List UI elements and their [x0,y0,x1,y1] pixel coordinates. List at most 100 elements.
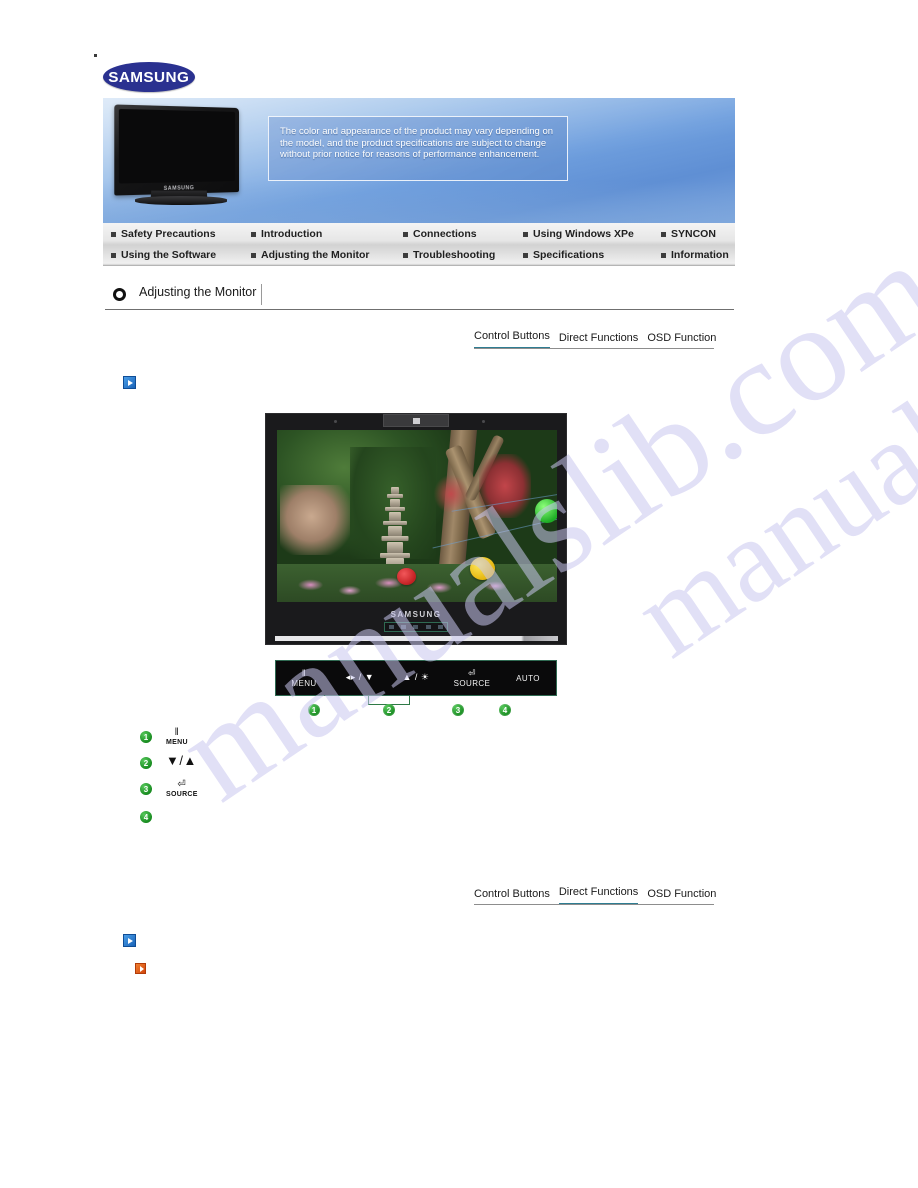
volume-down-button[interactable]: ◂▸ / ▼ [332,671,388,684]
tab-control-buttons-bottom[interactable]: Control Buttons [474,888,550,905]
tabs-top-rule [474,348,714,349]
nav-item-troubleshooting[interactable]: Troubleshooting [403,244,495,265]
nav-label: Information [671,248,729,261]
legend-number-3: 3 [140,783,152,795]
tab-osd-function-bottom[interactable]: OSD Function [647,888,716,905]
ring-icon [113,288,126,301]
legend-number-4: 4 [140,811,152,823]
main-navigation: Safety Precautions Introduction Connecti… [103,223,735,266]
header-banner: SAMSUNG The color and appearance of the … [103,98,735,223]
nav-item-information[interactable]: Information [661,244,729,265]
legend-item-1: 1 ‖ MENU [140,728,188,754]
monitor-top-badge [383,414,449,427]
bullet-icon [111,231,116,237]
tab-osd-function[interactable]: OSD Function [647,332,716,349]
legend-number-2: 2 [140,757,152,769]
bullet-icon [251,231,256,237]
product-notice-text: The color and appearance of the product … [280,126,554,161]
control-button-bar: ‖ MENU ◂▸ / ▼ ▲ / ☀ ⏎ SOURCE AUTO [275,660,557,696]
source-icon: ⏎ [467,667,477,678]
banner-monitor-screen: SAMSUNG [114,104,239,196]
scene-red-blossoms [478,454,531,519]
legend-item-2: 2 ▼/▲ [140,754,197,780]
monitor-control-strip [384,622,448,632]
legend-item-4: 4 [140,808,166,834]
tab-control-buttons[interactable]: Control Buttons [474,330,550,349]
title-rule [105,309,734,310]
play-arrow-orange-icon [135,963,146,974]
legend-label: MENU [166,739,188,746]
stray-dot [94,54,97,57]
source-button[interactable]: ⏎ SOURCE [444,667,500,688]
nav-item-connections[interactable]: Connections [403,223,477,244]
bullet-icon [111,252,116,258]
callout-badge-1: 1 [308,704,320,716]
callout-badge-2: 2 [383,704,395,716]
nav-item-syncon[interactable]: SYNCON [661,223,716,244]
tab-direct-functions[interactable]: Direct Functions [559,332,638,349]
scene-flower-bed [277,564,557,602]
samsung-logo: SAMSUNG [103,62,195,92]
monitor-sensor-right-icon [482,420,485,423]
nav-item-specifications[interactable]: Specifications [523,244,604,265]
nav-item-using-windows-xpe[interactable]: Using Windows XPe [523,223,634,244]
nav-item-safety-precautions[interactable]: Safety Precautions [111,223,216,244]
volume-down-icon: ◂▸ / ▼ [345,671,375,682]
tabs-bottom: Control Buttons Direct Functions OSD Fun… [474,886,716,905]
callout-badge-4: 4 [499,704,511,716]
bullet-icon [403,231,408,237]
bullet-icon [661,252,666,258]
title-divider [261,284,262,305]
brightness-up-button[interactable]: ▲ / ☀ [388,671,444,684]
brightness-up-icon: ▲ / ☀ [402,671,430,682]
tabs-top: Control Buttons Direct Functions OSD Fun… [474,330,716,349]
scene-lantern-red [397,567,417,585]
monitor-base [275,636,558,641]
nav-row-bottom: Using the Software Adjusting the Monitor… [103,244,735,265]
legend-menu-icon: ‖ MENU [166,728,188,747]
banner-monitor-image: SAMSUNG [114,104,251,210]
menu-icon: ‖ [301,667,307,678]
legend-updown-icon: ▼/▲ [166,754,197,768]
logo-text: SAMSUNG [108,68,190,86]
tabs-bottom-rule [474,904,714,905]
logo-ellipse: SAMSUNG [103,62,195,92]
bullet-icon [523,252,528,258]
source-button-label: SOURCE [453,678,491,688]
nav-item-introduction[interactable]: Introduction [251,223,322,244]
auto-button-label: AUTO [516,674,540,683]
menu-button[interactable]: ‖ MENU [276,667,332,688]
play-arrow-blue-icon [123,376,136,389]
bullet-icon [661,231,666,237]
callout-badge-3: 3 [452,704,464,716]
monitor-top-badge-glyph [412,417,420,424]
nav-item-using-the-software[interactable]: Using the Software [111,244,216,265]
bullet-icon [251,252,256,258]
nav-label: Specifications [533,248,605,261]
nav-label: SYNCON [671,227,716,240]
scene-lantern-green [534,498,557,523]
scene-stone-pagoda [378,486,412,571]
nav-row-top: Safety Precautions Introduction Connecti… [103,223,735,244]
product-notice-box: The color and appearance of the product … [268,116,568,181]
control-strip-key [413,625,419,629]
legend-source-icon: ⏎ SOURCE [166,779,198,799]
nav-label: Safety Precautions [121,227,216,240]
nav-label: Using Windows XPe [533,227,634,240]
nav-item-adjusting-the-monitor[interactable]: Adjusting the Monitor [251,244,369,265]
legend-label: SOURCE [166,791,198,798]
tab-direct-functions-bottom[interactable]: Direct Functions [558,886,639,905]
legend-glyph: ⏎ [177,779,187,790]
monitor-figure: SAMSUNG [265,413,567,645]
auto-button[interactable]: AUTO [500,673,556,683]
banner-monitor-base [135,196,227,205]
play-arrow-blue-icon-bottom [123,934,136,947]
control-strip-key [388,625,394,629]
legend-glyph: ▼/▲ [166,753,197,768]
nav-label: Using the Software [121,248,217,261]
menu-button-label: MENU [291,678,317,688]
bullet-icon [403,252,408,258]
nav-label: Connections [413,227,477,240]
monitor-sensor-left-icon [334,420,337,423]
legend-number-1: 1 [140,731,152,743]
